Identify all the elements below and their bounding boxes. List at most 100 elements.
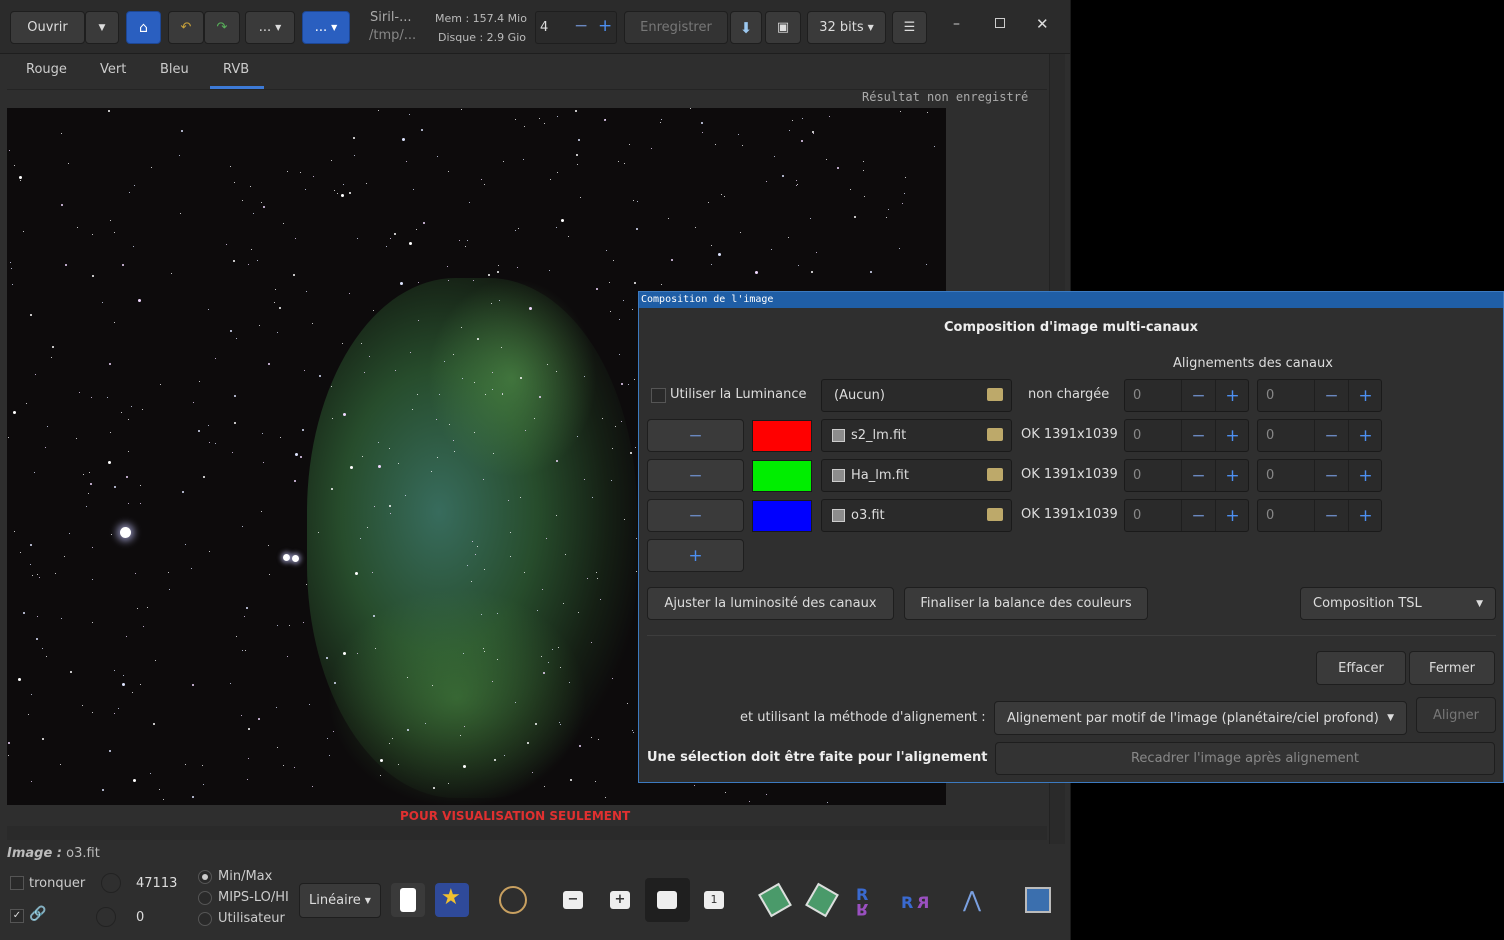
low-value[interactable]: 0 (136, 910, 144, 925)
luminance-file-chooser[interactable]: (Aucun) (821, 379, 1012, 412)
clip-checkbox[interactable] (10, 876, 24, 890)
link-checkbox[interactable]: ✓ (10, 909, 24, 923)
high-slider-handle[interactable] (101, 873, 121, 893)
hamburger-menu-button[interactable]: ☰ (892, 11, 927, 44)
decrement-button[interactable]: − (1314, 500, 1348, 531)
dialog-titlebar[interactable]: Composition de l'image (639, 292, 1503, 308)
star (927, 112, 928, 113)
tab-red[interactable]: Rouge (26, 62, 67, 77)
channel-color-swatch-red[interactable] (752, 420, 812, 452)
star (724, 196, 725, 197)
recrop-toggle-button[interactable]: Recadrer l'image après alignement (995, 742, 1495, 775)
increment-button[interactable]: + (1215, 500, 1249, 531)
open-button[interactable]: Ouvrir (10, 11, 85, 44)
decrement-button[interactable]: − (1314, 420, 1348, 451)
decrement-button[interactable]: − (1314, 460, 1348, 491)
tab-green[interactable]: Vert (100, 62, 126, 77)
star (192, 684, 194, 686)
align-button[interactable]: Aligner (1416, 697, 1496, 733)
star-detection-button[interactable]: ★ (435, 883, 469, 917)
channel-x-offset[interactable]: 0 − + (1124, 459, 1249, 492)
channel-y-offset[interactable]: 0 − + (1257, 419, 1382, 452)
star (121, 412, 122, 413)
channel-y-offset[interactable]: 0 − + (1257, 459, 1382, 492)
zoom-in-button[interactable]: + (603, 883, 637, 917)
channel-file-chooser[interactable]: o3.fit (821, 499, 1012, 532)
zoom-fit-button[interactable] (645, 878, 690, 922)
decrement-button[interactable]: − (1314, 380, 1348, 411)
decrement-button[interactable]: − (1181, 500, 1215, 531)
low-slider-handle[interactable] (96, 907, 116, 927)
mirror-y-button[interactable]: RR (899, 883, 933, 917)
tab-blue[interactable]: Bleu (160, 62, 189, 77)
increment-button[interactable]: + (1348, 500, 1382, 531)
maximize-button[interactable] (995, 18, 1005, 28)
rotate-left-button[interactable] (758, 882, 792, 918)
channel-color-swatch-blue[interactable] (752, 500, 812, 532)
decrement-button[interactable]: − (1181, 460, 1215, 491)
galaxy-button[interactable] (496, 883, 530, 917)
increment-button[interactable]: + (1215, 460, 1249, 491)
histogram-button[interactable]: ⋀ (960, 883, 994, 917)
luminance-checkbox[interactable] (651, 388, 666, 403)
horizontal-scrollbar[interactable] (7, 826, 1047, 840)
bit-depth-dropdown[interactable]: 32 bits ▼ (807, 11, 886, 44)
processing-menu-button[interactable]: ... ▼ (302, 11, 350, 44)
high-value[interactable]: 47113 (136, 876, 177, 891)
photometry-button[interactable] (391, 883, 425, 917)
snapshot-button[interactable]: ▣ (765, 11, 801, 44)
adjust-brightness-button[interactable]: Ajuster la luminosité des canaux (647, 587, 894, 620)
composition-mode-dropdown[interactable]: Composition TSL ▼ (1300, 587, 1496, 620)
composition-dialog: Composition de l'image Composition d'ima… (638, 291, 1504, 783)
channel-color-swatch-green[interactable] (752, 460, 812, 492)
increment-button[interactable]: + (1348, 420, 1382, 451)
remove-channel-button[interactable]: − (647, 419, 744, 452)
threads-decrement[interactable]: − (574, 16, 588, 36)
tab-rgb[interactable]: RVB (223, 62, 249, 77)
finalize-balance-button[interactable]: Finaliser la balance des couleurs (904, 587, 1148, 620)
channel-y-offset[interactable]: 0 − + (1257, 499, 1382, 532)
luminance-x-offset[interactable]: 0 − + (1124, 379, 1249, 412)
increment-button[interactable]: + (1348, 380, 1382, 411)
channel-file-chooser[interactable]: s2_lm.fit (821, 419, 1012, 452)
threads-spin[interactable]: 4 − + (535, 11, 617, 44)
zoom-one-button[interactable]: 1 (697, 883, 731, 917)
close-window-button[interactable]: ✕ (1036, 15, 1049, 33)
stretch-mode-dropdown[interactable]: Linéaire ▼ (299, 883, 381, 918)
home-button[interactable]: ⌂ (126, 11, 161, 44)
clear-button[interactable]: Effacer (1316, 651, 1406, 685)
channel-x-offset[interactable]: 0 − + (1124, 499, 1249, 532)
image-stack-button[interactable] (1021, 883, 1055, 917)
redo-button[interactable]: ↷ (204, 11, 240, 44)
channel-file-chooser[interactable]: Ha_lm.fit (821, 459, 1012, 492)
save-button[interactable]: Enregistrer (624, 11, 728, 44)
luminance-y-offset[interactable]: 0 − + (1257, 379, 1382, 412)
remove-channel-button[interactable]: − (647, 499, 744, 532)
mirror-x-button[interactable]: RR (852, 883, 886, 919)
undo-button[interactable]: ↶ (168, 11, 204, 44)
recent-files-dropdown[interactable]: ▼ (85, 11, 119, 44)
zoom-out-button[interactable]: − (556, 883, 590, 917)
close-button[interactable]: Fermer (1409, 651, 1495, 685)
scripts-menu-button[interactable]: ... ▼ (245, 11, 295, 44)
minimize-button[interactable]: – (953, 16, 960, 32)
star (280, 437, 281, 438)
increment-button[interactable]: + (1348, 460, 1382, 491)
star (398, 764, 399, 765)
radio-minmax[interactable] (198, 870, 212, 884)
align-method-dropdown[interactable]: Alignement par motif de l'image (planéta… (994, 701, 1407, 735)
radio-mips[interactable] (198, 891, 212, 905)
star (826, 159, 827, 160)
threads-increment[interactable]: + (598, 16, 612, 36)
remove-channel-button[interactable]: − (647, 459, 744, 492)
add-channel-button[interactable]: + (647, 539, 744, 572)
radio-user[interactable] (198, 912, 212, 926)
save-as-button[interactable]: ⬇ (730, 11, 762, 44)
increment-button[interactable]: + (1215, 380, 1249, 411)
star (168, 572, 169, 573)
channel-x-offset[interactable]: 0 − + (1124, 419, 1249, 452)
increment-button[interactable]: + (1215, 420, 1249, 451)
decrement-button[interactable]: − (1181, 380, 1215, 411)
rotate-right-button[interactable] (805, 882, 839, 918)
decrement-button[interactable]: − (1181, 420, 1215, 451)
